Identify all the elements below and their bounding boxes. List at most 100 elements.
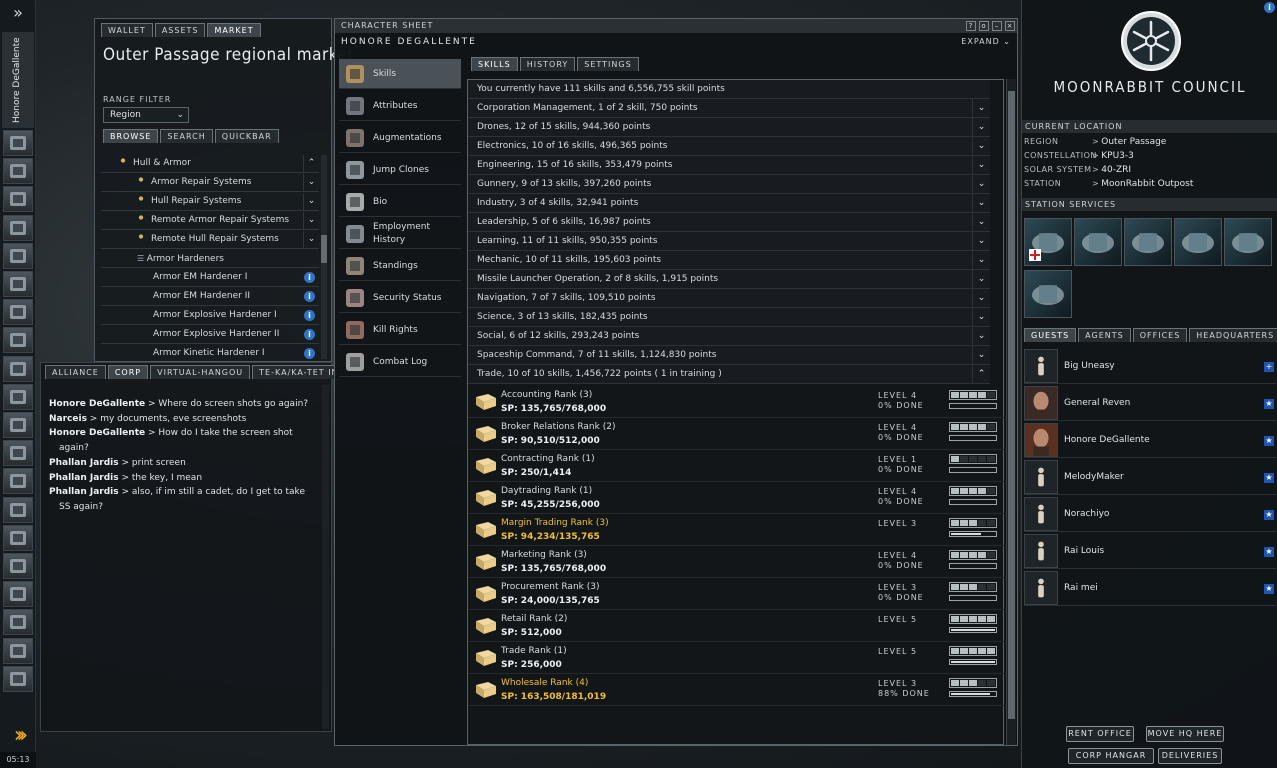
tab-agents[interactable]: AGENTS — [1078, 328, 1131, 342]
corp-icon[interactable] — [3, 383, 33, 410]
chat-tab-corp[interactable]: CORP — [107, 365, 149, 379]
nav-bio[interactable]: Bio — [339, 187, 461, 217]
market-row[interactable]: Armor EM Hardener II i — [101, 288, 319, 306]
minimize-icon[interactable]: – — [992, 21, 1002, 31]
info-icon[interactable]: i — [1264, 2, 1275, 13]
message-author[interactable]: Honore DeGallente — [49, 428, 145, 438]
expand-icon[interactable]: ⌄ — [972, 175, 990, 194]
nav-combat-log[interactable]: Combat Log — [339, 347, 461, 377]
ship-icon[interactable] — [3, 158, 33, 185]
info-icon[interactable]: i — [304, 272, 315, 283]
options-icon[interactable]: o — [979, 21, 989, 31]
tab-browse[interactable]: BROWSE — [103, 129, 159, 143]
skill-group-row[interactable]: Mechanic, 10 of 11 skills, 195,603 point… — [468, 251, 990, 270]
reprocessing-icon[interactable] — [1124, 218, 1172, 266]
character-icon[interactable] — [3, 130, 33, 156]
location-value[interactable]: KPU3-3 — [1101, 151, 1134, 161]
message-author[interactable]: Phallan Jardis — [49, 473, 119, 483]
tab-skills[interactable]: SKILLS — [471, 57, 518, 71]
move-hq-here-button[interactable]: MOVE HQ HERE — [1146, 726, 1224, 742]
tab-headquarters[interactable]: HEADQUARTERS — [1189, 328, 1277, 342]
expand-icon[interactable]: ⌄ — [972, 251, 990, 270]
expand-icon[interactable]: ⌄ — [972, 137, 990, 156]
skill-group-row[interactable]: Electronics, 10 of 16 skills, 496,365 po… — [468, 137, 990, 156]
guest-row[interactable]: Honore DeGallente ★ — [1024, 422, 1276, 458]
fitting-icon[interactable] — [1074, 218, 1122, 266]
skill-row[interactable]: Retail Rank (2) SP: 512,000 LEVEL 5 — [468, 610, 1004, 642]
location-value[interactable]: 40-ZRI — [1101, 165, 1131, 175]
chevron-down-icon[interactable]: ⌄ — [303, 231, 319, 248]
people-icon[interactable] — [3, 327, 33, 354]
chevron-down-icon[interactable]: ⌄ — [303, 174, 319, 191]
avatar[interactable] — [1024, 534, 1058, 568]
message-author[interactable]: Phallan Jardis — [49, 487, 119, 497]
info-icon[interactable]: i — [304, 348, 315, 359]
info-icon[interactable]: i — [304, 310, 315, 321]
expand-icon[interactable]: ⌄ — [972, 346, 990, 365]
skill-row[interactable]: Procurement Rank (3) SP: 24,000/135,765 LE… — [468, 578, 1004, 610]
skills-scrollbar[interactable] — [1006, 79, 1016, 745]
nav-attributes[interactable]: Attributes — [339, 91, 461, 121]
expand-button[interactable]: EXPAND ⌄ — [961, 37, 1011, 46]
avatar[interactable] — [1024, 386, 1058, 420]
more-icon[interactable]: ››› — [2, 724, 34, 750]
nav-augmentations[interactable]: Augmentations — [339, 123, 461, 153]
market-row[interactable]: Armor Explosive Hardener II i — [101, 326, 319, 344]
skill-group-row[interactable]: Trade, 10 of 10 skills, 1,456,722 points… — [468, 365, 990, 384]
tab-settings[interactable]: SETTINGS — [577, 57, 639, 71]
avatar[interactable] — [1024, 349, 1058, 383]
skill-group-row[interactable]: Missile Launcher Operation, 2 of 8 skill… — [468, 270, 990, 289]
market-row[interactable]: Remote Hull Repair Systems ⌄ — [101, 231, 319, 249]
chevron-up-icon[interactable]: ⌃ — [303, 155, 319, 172]
expand-icon[interactable]: ⌄ — [972, 270, 990, 289]
skill-group-row[interactable]: Industry, 3 of 4 skills, 32,941 points ⌄ — [468, 194, 990, 213]
skill-row[interactable]: Daytrading Rank (1) SP: 45,255/256,000 LEV… — [468, 482, 1004, 514]
skill-row[interactable]: Marketing Rank (3) SP: 135,765/768,000 LEV… — [468, 546, 1004, 578]
chat-scrollbar[interactable] — [322, 385, 329, 729]
tab-offices[interactable]: OFFICES — [1132, 328, 1188, 342]
chat-tab-virtual-hangou[interactable]: VIRTUAL-HANGOU — [150, 365, 251, 379]
cloning-icon[interactable] — [1224, 218, 1272, 266]
nav-jump-clones[interactable]: Jump Clones — [339, 155, 461, 185]
deliveries-button[interactable]: DELIVERIES — [1158, 748, 1222, 764]
location-value[interactable]: MoonRabbit Outpost — [1101, 179, 1193, 189]
market-row[interactable]: Armor Explosive Hardener I i — [101, 307, 319, 325]
station-icon[interactable] — [3, 355, 33, 382]
expand-icon[interactable]: ⌄ — [972, 156, 990, 175]
tab-history[interactable]: HISTORY — [519, 57, 576, 71]
skill-group-row[interactable]: Engineering, 15 of 16 skills, 353,479 po… — [468, 156, 990, 175]
market-row[interactable]: Armor Kinetic Hardener I i — [101, 345, 319, 363]
skill-row[interactable]: Trade Rank (1) SP: 256,000 LEVEL 5 — [468, 642, 1004, 674]
message-author[interactable]: Honore DeGallente — [49, 399, 145, 409]
expand-icon[interactable]: ⌄ — [972, 194, 990, 213]
market-row[interactable]: ☰ Armor Hardeners — [101, 250, 319, 268]
avatar[interactable] — [1024, 460, 1058, 494]
skill-group-row[interactable]: Navigation, 7 of 7 skills, 109,510 point… — [468, 289, 990, 308]
chevron-down-icon[interactable]: ⌄ — [303, 212, 319, 229]
info-icon[interactable]: i — [304, 329, 315, 340]
market-scrollbar[interactable] — [321, 155, 327, 359]
mail-icon[interactable] — [3, 186, 33, 213]
help-icon[interactable]: ? — [966, 21, 976, 31]
skill-group-row[interactable]: Drones, 12 of 15 skills, 944,360 points ⌄ — [468, 118, 990, 137]
location-value[interactable]: Outer Passage — [1101, 137, 1166, 147]
guest-row[interactable]: General Reven ★ — [1024, 385, 1276, 421]
close-icon[interactable]: × — [1005, 21, 1015, 31]
collapse-icon[interactable]: ⌃ — [972, 365, 990, 384]
window-header[interactable]: CHARACTER SHEET ? o – × — [335, 19, 1017, 33]
skill-row[interactable]: Contracting Rank (1) SP: 250/1,414 LEVEL 1… — [468, 450, 1004, 482]
journal-icon[interactable] — [3, 242, 33, 269]
assets-icon[interactable] — [3, 299, 33, 326]
skill-group-row[interactable]: Gunnery, 9 of 13 skills, 397,260 points ⌄ — [468, 175, 990, 194]
market-row[interactable]: Remote Armor Repair Systems ⌄ — [101, 212, 319, 230]
info-icon[interactable]: i — [304, 291, 315, 302]
market-row[interactable]: Hull Repair Systems ⌄ — [101, 193, 319, 211]
tab-guests[interactable]: GUESTS — [1024, 328, 1077, 342]
tab-market[interactable]: MARKET — [207, 23, 261, 37]
market-row[interactable]: Hull & Armor ⌃ — [101, 155, 319, 173]
pilot-name[interactable]: Honore DeGallente — [2, 32, 34, 128]
wallet-icon[interactable] — [3, 468, 33, 495]
expand-icon[interactable]: ⌄ — [972, 327, 990, 346]
corp-hangar-button[interactable]: CORP HANGAR — [1068, 748, 1154, 764]
tab-wallet[interactable]: WALLET — [101, 23, 153, 37]
